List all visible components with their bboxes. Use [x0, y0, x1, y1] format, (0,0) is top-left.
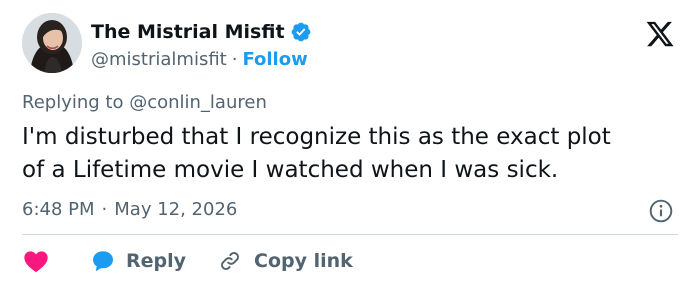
tweet-text-line: I'm disturbed that I recognize this as t…: [22, 124, 611, 150]
timestamp[interactable]: 6:48 PM · May 12, 2026: [22, 197, 237, 221]
tweet-card: The Mistrial Misfit @mistrialmisfit · Fo…: [0, 0, 700, 287]
divider: [22, 234, 678, 235]
timestamp-time: 6:48 PM: [22, 198, 95, 220]
display-name[interactable]: The Mistrial Misfit: [91, 21, 285, 43]
copy-link-button[interactable]: Copy link: [218, 249, 353, 273]
speech-bubble-icon: [93, 251, 113, 271]
handle-separator: ·: [231, 48, 238, 70]
timestamp-separator: ·: [101, 198, 108, 220]
action-bar: Reply Copy link: [22, 246, 353, 276]
avatar[interactable]: [22, 13, 82, 73]
timestamp-date: May 12, 2026: [114, 198, 238, 220]
handle-row: @mistrialmisfit · Follow: [91, 47, 308, 71]
replying-to[interactable]: Replying to @conlin_lauren: [22, 92, 267, 113]
tweet-text: I'm disturbed that I recognize this as t…: [22, 121, 682, 187]
reply-button[interactable]: Reply: [90, 248, 186, 274]
name-row: The Mistrial Misfit: [91, 19, 312, 45]
like-button[interactable]: [22, 247, 50, 275]
copy-link-label: Copy link: [254, 250, 353, 272]
author-handle[interactable]: @mistrialmisfit: [91, 49, 227, 70]
avatar-photo: [22, 13, 82, 73]
tweet-text-line: of a Lifetime movie I watched when I was…: [22, 157, 559, 183]
verified-badge-icon: [291, 22, 310, 42]
x-logo-icon[interactable]: [644, 19, 676, 49]
heart-icon: [24, 251, 48, 273]
info-icon[interactable]: [648, 198, 674, 224]
follow-button[interactable]: Follow: [242, 49, 307, 70]
link-icon: [221, 252, 239, 270]
reply-label: Reply: [126, 250, 187, 272]
